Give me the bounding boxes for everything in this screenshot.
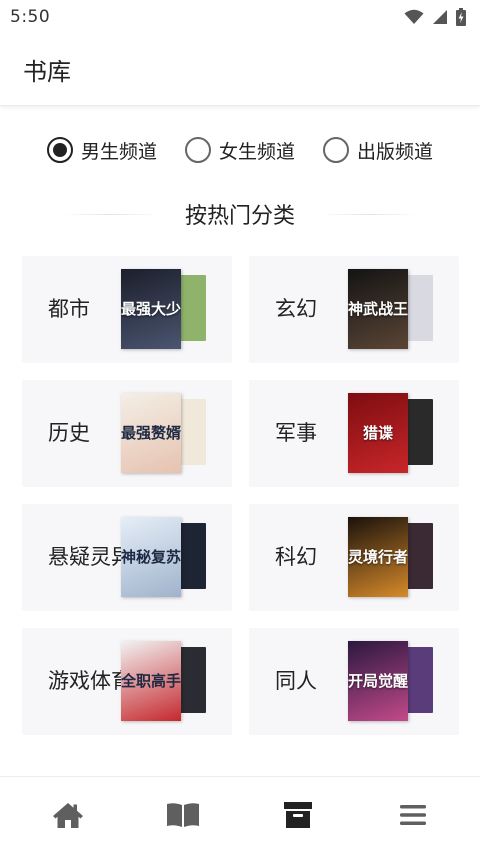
book-cover: 神秘复苏 (121, 517, 181, 597)
cover-title: 最强赘婿 (121, 423, 181, 442)
nav-library[interactable] (268, 785, 328, 845)
category-card-fanfic[interactable]: 同人 开局觉醒 (249, 628, 459, 735)
status-icons (404, 8, 466, 26)
book-cover: 灵境行者 (348, 517, 408, 597)
cover-title: 灵境行者 (348, 547, 408, 566)
radio-publish[interactable] (323, 137, 349, 163)
category-label: 历史 (48, 421, 90, 445)
section-heading: 按热门分类 (0, 196, 480, 232)
status-bar: 5:50 (0, 0, 480, 34)
category-label: 同人 (275, 669, 317, 693)
cover-title: 猎谍 (362, 423, 393, 442)
channel-publish[interactable]: 出版频道 (323, 137, 433, 164)
book-cover: 开局觉醒 (348, 641, 408, 721)
book-cover-back (180, 647, 206, 713)
bottom-nav (0, 776, 480, 852)
nav-menu[interactable] (383, 785, 443, 845)
book-cover: 猎谍 (348, 393, 408, 473)
category-card-scifi[interactable]: 科幻 灵境行者 (249, 504, 459, 611)
book-cover-back (407, 275, 433, 341)
book-cover-back (407, 647, 433, 713)
nav-bookshelf[interactable] (153, 785, 213, 845)
category-card-military[interactable]: 军事 猎谍 (249, 380, 459, 487)
channel-label-male: 男生频道 (80, 140, 157, 163)
book-cover-back (407, 523, 433, 589)
radio-male[interactable] (46, 137, 73, 163)
category-card-mystery[interactable]: 悬疑灵异 神秘复苏 (22, 504, 232, 611)
book-cover-back (180, 399, 206, 465)
channel-label-female: 女生频道 (218, 140, 295, 163)
channel-female[interactable]: 女生频道 (184, 137, 295, 164)
category-card-urban[interactable]: 都市 最强大少 (22, 256, 232, 363)
book-cover-back (407, 399, 433, 465)
divider-right (321, 213, 417, 215)
cover-title: 神秘复苏 (121, 547, 181, 566)
app-header: 书库 (0, 34, 480, 106)
menu-icon (399, 804, 426, 825)
category-label: 都市 (48, 297, 90, 321)
category-card-history[interactable]: 历史 最强赘婿 (22, 380, 232, 487)
channel-label-publish: 出版频道 (357, 140, 434, 163)
home-icon (52, 802, 83, 828)
category-grid: 都市 最强大少 玄幻 神武战王 历史 最强赘婿 军事 猎谍 悬疑灵异 神秘复苏 … (22, 256, 459, 735)
category-card-gaming-sports[interactable]: 游戏体育 全职高手 (22, 628, 232, 735)
archive-icon (283, 801, 312, 828)
cover-title: 神武战王 (348, 299, 408, 318)
book-icon (166, 802, 199, 827)
cover-title: 开局觉醒 (348, 671, 408, 690)
book-cover-back (180, 523, 206, 589)
book-cover-back (180, 275, 206, 341)
page-title: 书库 (23, 58, 71, 86)
book-cover: 最强大少 (121, 269, 181, 349)
channel-selector: 男生频道 女生频道 出版频道 (0, 132, 480, 168)
wifi-icon (404, 9, 424, 24)
book-cover: 神武战王 (348, 269, 408, 349)
book-cover: 最强赘婿 (121, 393, 181, 473)
category-label: 玄幻 (275, 297, 317, 321)
cover-title: 最强大少 (121, 299, 181, 318)
section-title: 按热门分类 (184, 204, 295, 229)
radio-female[interactable] (184, 137, 211, 163)
divider-left (62, 213, 159, 215)
book-cover: 全职高手 (121, 641, 181, 721)
category-label: 军事 (275, 421, 317, 445)
category-card-fantasy[interactable]: 玄幻 神武战王 (249, 256, 459, 363)
category-label: 科幻 (275, 545, 317, 569)
cover-title: 全职高手 (121, 671, 181, 690)
signal-icon (433, 10, 447, 24)
status-time: 5:50 (10, 7, 51, 27)
channel-male[interactable]: 男生频道 (46, 137, 157, 164)
battery-icon (456, 8, 466, 26)
category-label: 游戏体育 (48, 669, 132, 693)
category-label: 悬疑灵异 (48, 545, 132, 569)
nav-home[interactable] (38, 785, 98, 845)
